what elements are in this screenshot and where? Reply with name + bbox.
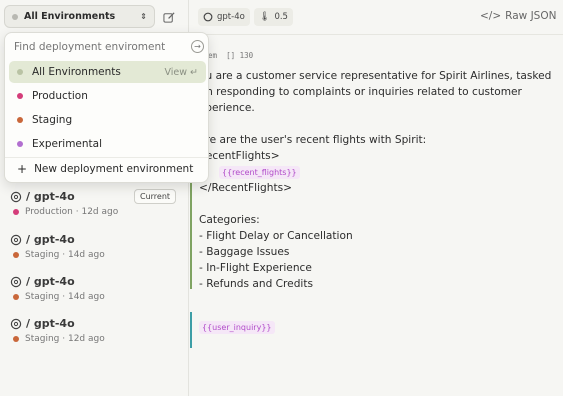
- recent-flights-variable: {{recent_flights}}: [219, 166, 300, 179]
- version-env: Staging: [25, 334, 60, 344]
- system-message-text[interactable]: ou are a customer service representative…: [199, 68, 554, 292]
- environment-dot-icon: [17, 93, 23, 99]
- arrow-right-circle-icon[interactable]: →: [191, 40, 204, 53]
- message-line: - Refunds and Credits: [199, 278, 314, 290]
- dropdown-item-all-environments[interactable]: All Environments View ↵: [9, 61, 206, 83]
- code-icon: </>: [480, 10, 502, 22]
- message-line: [199, 116, 554, 132]
- message-line: - Flight Delay or Cancellation: [199, 230, 353, 242]
- dropdown-item-label: Staging: [32, 114, 73, 126]
- environment-search-input[interactable]: [14, 41, 184, 53]
- chevron-up-down-icon: ⇕: [140, 12, 147, 21]
- message-line: [199, 196, 554, 212]
- message-line: ith responding to complaints or inquirie…: [199, 86, 522, 98]
- version-title: / gpt-4o: [26, 190, 75, 203]
- temperature-value: 0.5: [274, 12, 288, 22]
- environment-dot-icon: [17, 69, 23, 75]
- new-environment-button[interactable]: + New deployment environment: [9, 158, 206, 180]
- model-label: gpt-4o: [217, 12, 245, 22]
- current-badge: Current: [134, 189, 177, 204]
- header-divider: [190, 34, 563, 35]
- message-line: xperience.: [199, 102, 255, 114]
- environment-selector-label: All Environments: [24, 11, 116, 22]
- environment-selector[interactable]: All Environments ⇕: [4, 5, 155, 28]
- dropdown-item-experimental[interactable]: Experimental: [9, 133, 206, 155]
- raw-json-label: Raw JSON: [505, 10, 557, 22]
- openai-icon: [10, 318, 22, 329]
- user-inquiry-variable: {{user_inquiry}}: [199, 321, 275, 334]
- openai-icon: [10, 234, 22, 245]
- plus-icon: +: [17, 162, 28, 176]
- message-line: RecentFlights>: [199, 150, 280, 162]
- dropdown-item-label: Experimental: [32, 138, 103, 150]
- version-item[interactable]: / gpt-4o Staging · 12d ago: [10, 317, 180, 344]
- version-item[interactable]: / gpt-4o Staging · 14d ago: [10, 275, 180, 302]
- view-hint: View ↵: [164, 66, 198, 78]
- version-env: Production: [25, 207, 73, 217]
- message-line: ou are a customer service representative…: [199, 70, 552, 82]
- prompt-editor: gpt-4o 🌡 0.5 </> Raw JSON stem [] 130 ou…: [190, 0, 563, 396]
- version-item[interactable]: / gpt-4o Current Production · 12d ago: [10, 189, 180, 217]
- edit-icon[interactable]: [163, 9, 177, 23]
- environment-dot-icon: [13, 252, 19, 258]
- message-line: </RecentFlights>: [199, 182, 293, 194]
- openai-icon: [10, 191, 22, 202]
- temperature-chip[interactable]: 🌡 0.5: [254, 8, 293, 26]
- version-title: / gpt-4o: [26, 317, 75, 330]
- dropdown-item-label: Production: [32, 90, 88, 102]
- environment-dot-icon: [12, 13, 18, 20]
- thermometer-icon: 🌡: [259, 12, 271, 22]
- version-age: 12d ago: [67, 334, 105, 344]
- version-age: 14d ago: [67, 250, 105, 260]
- token-count: [] 130: [226, 51, 254, 60]
- model-chip[interactable]: gpt-4o: [198, 8, 250, 26]
- message-line: {{recent_flights}}: [199, 164, 554, 180]
- environment-dot-icon: [17, 141, 23, 147]
- environment-dot-icon: [13, 209, 19, 215]
- message-line: - In-Flight Experience: [199, 262, 312, 274]
- environment-dropdown: → All Environments View ↵ Production Sta…: [4, 32, 209, 183]
- dropdown-item-staging[interactable]: Staging: [9, 109, 206, 131]
- dropdown-item-label: All Environments: [32, 66, 121, 78]
- openai-icon: [203, 12, 213, 22]
- message-line: ere are the user's recent flights with S…: [199, 134, 427, 146]
- version-age: 14d ago: [67, 292, 105, 302]
- environment-dot-icon: [13, 336, 19, 342]
- new-environment-label: New deployment environment: [34, 163, 194, 175]
- environment-dot-icon: [13, 294, 19, 300]
- user-message-text[interactable]: {{user_inquiry}}: [199, 315, 275, 334]
- version-title: / gpt-4o: [26, 275, 75, 288]
- version-item[interactable]: / gpt-4o Staging · 14d ago: [10, 233, 180, 260]
- raw-json-button[interactable]: </> Raw JSON: [480, 10, 556, 22]
- message-line: - Baggage Issues: [199, 246, 290, 258]
- version-env: Staging: [25, 250, 60, 260]
- version-title: / gpt-4o: [26, 233, 75, 246]
- version-age: 12d ago: [81, 207, 119, 217]
- version-env: Staging: [25, 292, 60, 302]
- message-line: Categories:: [199, 214, 260, 226]
- dropdown-item-production[interactable]: Production: [9, 85, 206, 107]
- user-message-bar: [190, 312, 192, 348]
- openai-icon: [10, 276, 22, 287]
- environment-dot-icon: [17, 117, 23, 123]
